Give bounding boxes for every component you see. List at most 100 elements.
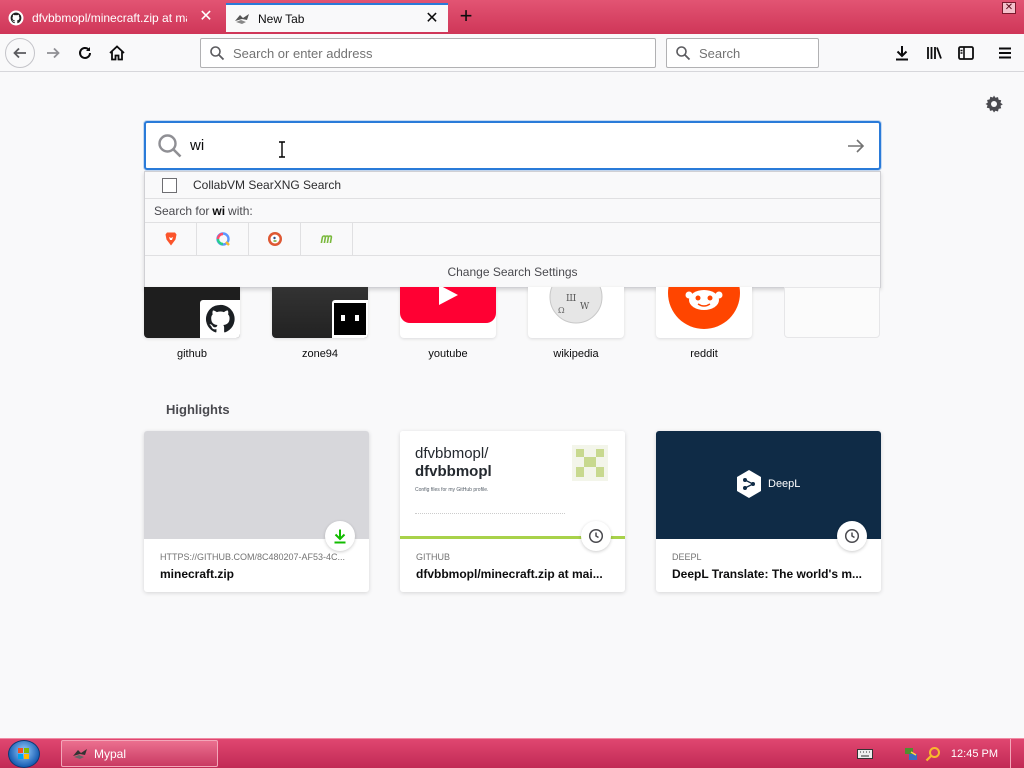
home-button[interactable]	[102, 38, 132, 68]
system-clock[interactable]: 12:45 PM	[951, 748, 998, 760]
card-title: DeepL Translate: The world's m...	[672, 567, 863, 581]
preview-stats-row	[415, 513, 565, 521]
github-icon	[200, 300, 240, 338]
brave-icon[interactable]	[145, 222, 197, 256]
url-input[interactable]	[233, 45, 613, 61]
arrow-right-icon[interactable]	[845, 135, 867, 157]
hamburger-menu-icon	[999, 47, 1011, 59]
mojeek-icon[interactable]	[301, 222, 353, 256]
search-bar[interactable]	[666, 38, 819, 68]
card-preview	[144, 431, 369, 551]
forward-button[interactable]	[38, 38, 68, 68]
sidebar-button[interactable]	[951, 38, 981, 68]
top-site-tile[interactable]: zone94	[272, 287, 368, 360]
card-preview: dfvbbmopl/ dfvbbmopl Config files for my…	[400, 431, 625, 551]
top-site-tile[interactable]: youtube	[400, 287, 496, 360]
tab-label: New Tab	[258, 11, 305, 26]
github-icon	[8, 10, 24, 26]
download-icon	[325, 521, 355, 551]
text-cursor-icon	[279, 141, 285, 158]
close-tab-icon[interactable]: ✕	[198, 9, 214, 25]
suggestion-label: CollabVM SearXNG Search	[193, 178, 342, 192]
window-close-icon[interactable]: ✕	[1002, 2, 1016, 14]
highlights-heading: Highlights	[166, 402, 230, 417]
preview-description: Config files for my GitHub profile.	[415, 487, 489, 493]
forward-arrow-icon	[47, 47, 60, 59]
identicon-icon	[572, 445, 608, 481]
suggestion-checkbox[interactable]	[162, 177, 177, 193]
download-icon	[896, 46, 908, 61]
sidebar-icon	[958, 46, 974, 60]
mypal-icon	[234, 11, 250, 27]
suggestion-item[interactable]: CollabVM SearXNG Search	[145, 172, 880, 199]
back-arrow-icon	[13, 47, 26, 59]
show-desktop-button[interactable]	[1010, 739, 1024, 768]
tab-strip: dfvbbmopl/minecraft.zip at mai ✕ New Tab…	[0, 0, 1024, 34]
search-icon	[158, 133, 182, 157]
preview-title-line-2: dfvbbmopl	[415, 463, 492, 480]
top-site-label: zone94	[301, 348, 339, 360]
search-for-prefix: Search for	[154, 203, 210, 218]
search-engine-list	[145, 222, 880, 256]
downloads-button[interactable]	[887, 38, 917, 68]
tab-new-tab[interactable]: New Tab ✕	[226, 3, 448, 32]
deepl-logo: DeepL	[736, 469, 800, 499]
change-search-settings-label: Change Search Settings	[447, 265, 578, 279]
reddit-icon	[656, 287, 752, 338]
menu-button[interactable]	[990, 38, 1020, 68]
top-site-label: reddit	[690, 348, 718, 360]
card-source: DEEPL	[672, 552, 702, 562]
card-source: HTTPS://GITHUB.COM/8C480207-AF53-4C...	[160, 552, 346, 562]
web-search-input[interactable]	[699, 45, 809, 61]
duckduckgo-icon[interactable]	[249, 222, 301, 256]
top-site-tile[interactable]: ШW Ω wikipedia	[528, 287, 624, 360]
library-icon	[927, 47, 942, 59]
search-for-term: wi	[212, 203, 226, 218]
zone94-icon	[332, 300, 368, 338]
close-tab-icon[interactable]: ✕	[424, 11, 440, 27]
home-icon	[109, 45, 125, 61]
taskbar: Mypal 12:45 PM	[0, 738, 1024, 768]
svg-text:Ω: Ω	[558, 306, 565, 315]
reload-button[interactable]	[70, 38, 100, 68]
url-bar[interactable]	[200, 38, 656, 68]
taskbar-item-mypal[interactable]: Mypal	[61, 740, 218, 767]
preview-title-line-1: dfvbbmopl/	[415, 445, 489, 462]
github-tile-preview	[144, 287, 240, 338]
top-site-label: wikipedia	[553, 348, 599, 360]
top-site-tile[interactable]: reddit	[656, 287, 752, 360]
top-site-tile-empty[interactable]	[784, 287, 880, 348]
start-button[interactable]	[8, 740, 40, 768]
svg-text:W: W	[580, 302, 590, 312]
mypal-icon	[73, 748, 87, 759]
back-button[interactable]	[5, 38, 35, 68]
highlight-card[interactable]: DeepL DEEPL DeepL Translate: The world's…	[656, 431, 881, 592]
youtube-icon	[400, 287, 496, 338]
gear-icon[interactable]	[984, 94, 1004, 114]
change-search-settings-button[interactable]: Change Search Settings	[145, 256, 880, 288]
keyboard-icon[interactable]	[856, 746, 873, 762]
top-site-tile[interactable]: github	[144, 287, 240, 360]
card-title: dfvbbmopl/minecraft.zip at mai...	[416, 567, 603, 581]
qwant-icon[interactable]	[197, 222, 249, 256]
top-site-label: github	[177, 348, 207, 360]
clock-icon	[837, 521, 867, 551]
reload-icon	[79, 46, 91, 59]
wikipedia-icon: ШW Ω	[528, 287, 624, 338]
windows-logo-icon	[18, 748, 29, 759]
search-for-suffix: with:	[228, 203, 253, 218]
system-tray: 12:45 PM	[856, 739, 1024, 768]
search-icon	[676, 46, 691, 61]
tab-github[interactable]: dfvbbmopl/minecraft.zip at mai ✕	[0, 3, 222, 32]
highlight-card[interactable]: dfvbbmopl/ dfvbbmopl Config files for my…	[400, 431, 625, 592]
new-tab-plus-icon[interactable]: +	[456, 5, 476, 27]
search-icon	[210, 46, 225, 61]
card-title: minecraft.zip	[160, 567, 235, 581]
highlight-card[interactable]: HTTPS://GITHUB.COM/8C480207-AF53-4C... m…	[144, 431, 369, 592]
taskbar-item-label: Mypal	[94, 746, 127, 761]
newtab-search-box[interactable]	[144, 121, 881, 170]
library-button[interactable]	[919, 38, 949, 68]
deepl-icon	[737, 470, 761, 498]
network-icon[interactable]	[903, 746, 919, 762]
search-icon[interactable]	[925, 746, 941, 762]
